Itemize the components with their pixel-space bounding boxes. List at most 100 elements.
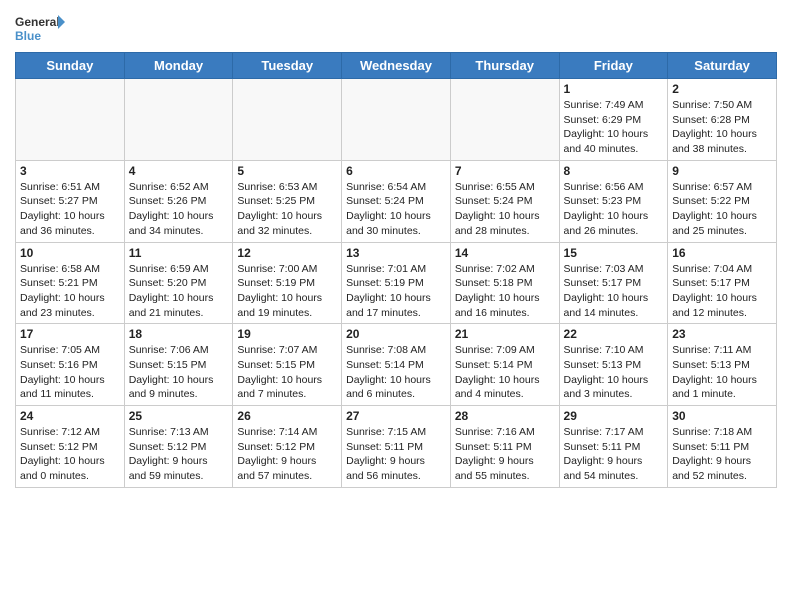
- cell-info: Sunrise: 6:55 AMSunset: 5:24 PMDaylight:…: [455, 180, 555, 239]
- cell-info: Sunrise: 7:49 AMSunset: 6:29 PMDaylight:…: [564, 98, 664, 157]
- day-number: 7: [455, 164, 555, 178]
- calendar-table: SundayMondayTuesdayWednesdayThursdayFrid…: [15, 52, 777, 488]
- calendar-cell: 2 Sunrise: 7:50 AMSunset: 6:28 PMDaylight…: [668, 79, 777, 161]
- day-number: 11: [129, 246, 229, 260]
- calendar-cell: 17 Sunrise: 7:05 AMSunset: 5:16 PMDayligh…: [16, 324, 125, 406]
- day-number: 19: [237, 327, 337, 341]
- cell-info: Sunrise: 6:57 AMSunset: 5:22 PMDaylight:…: [672, 180, 772, 239]
- calendar-cell: [450, 79, 559, 161]
- day-number: 28: [455, 409, 555, 423]
- cell-info: Sunrise: 6:56 AMSunset: 5:23 PMDaylight:…: [564, 180, 664, 239]
- cell-info: Sunrise: 7:18 AMSunset: 5:11 PMDaylight:…: [672, 425, 772, 484]
- calendar-cell: 30 Sunrise: 7:18 AMSunset: 5:11 PMDayligh…: [668, 406, 777, 488]
- day-number: 30: [672, 409, 772, 423]
- calendar-cell: 8 Sunrise: 6:56 AMSunset: 5:23 PMDaylight…: [559, 160, 668, 242]
- week-row-2: 3 Sunrise: 6:51 AMSunset: 5:27 PMDaylight…: [16, 160, 777, 242]
- cell-info: Sunrise: 6:51 AMSunset: 5:27 PMDaylight:…: [20, 180, 120, 239]
- logo: General Blue: [15, 10, 65, 48]
- day-number: 21: [455, 327, 555, 341]
- calendar-cell: 21 Sunrise: 7:09 AMSunset: 5:14 PMDayligh…: [450, 324, 559, 406]
- day-number: 3: [20, 164, 120, 178]
- cell-info: Sunrise: 7:00 AMSunset: 5:19 PMDaylight:…: [237, 262, 337, 321]
- calendar-cell: 19Sunrise: 7:07 AMSunset: 5:15 PMDayligh…: [233, 324, 342, 406]
- day-header-sunday: Sunday: [16, 53, 125, 79]
- day-number: 8: [564, 164, 664, 178]
- calendar-cell: 3 Sunrise: 6:51 AMSunset: 5:27 PMDaylight…: [16, 160, 125, 242]
- cell-info: Sunrise: 7:16 AMSunset: 5:11 PMDaylight:…: [455, 425, 555, 484]
- calendar-cell: 25 Sunrise: 7:13 AMSunset: 5:12 PMDayligh…: [124, 406, 233, 488]
- calendar-cell: [16, 79, 125, 161]
- cell-info: Sunrise: 7:12 AMSunset: 5:12 PMDaylight:…: [20, 425, 120, 484]
- day-header-monday: Monday: [124, 53, 233, 79]
- cell-info: Sunrise: 7:05 AMSunset: 5:16 PMDaylight:…: [20, 343, 120, 402]
- header: General Blue: [15, 10, 777, 48]
- days-header-row: SundayMondayTuesdayWednesdayThursdayFrid…: [16, 53, 777, 79]
- calendar-cell: 20 Sunrise: 7:08 AMSunset: 5:14 PMDayligh…: [342, 324, 451, 406]
- cell-info: Sunrise: 7:13 AMSunset: 5:12 PMDaylight:…: [129, 425, 229, 484]
- day-header-saturday: Saturday: [668, 53, 777, 79]
- calendar-cell: 5Sunrise: 6:53 AMSunset: 5:25 PMDaylight…: [233, 160, 342, 242]
- day-number: 13: [346, 246, 446, 260]
- day-number: 16: [672, 246, 772, 260]
- cell-info: Sunrise: 7:09 AMSunset: 5:14 PMDaylight:…: [455, 343, 555, 402]
- day-header-friday: Friday: [559, 53, 668, 79]
- cell-info: Sunrise: 7:14 AMSunset: 5:12 PMDaylight:…: [237, 425, 337, 484]
- cell-info: Sunrise: 7:04 AMSunset: 5:17 PMDaylight:…: [672, 262, 772, 321]
- calendar-cell: 7 Sunrise: 6:55 AMSunset: 5:24 PMDaylight…: [450, 160, 559, 242]
- cell-info: Sunrise: 7:08 AMSunset: 5:14 PMDaylight:…: [346, 343, 446, 402]
- calendar-cell: 10Sunrise: 6:58 AMSunset: 5:21 PMDayligh…: [16, 242, 125, 324]
- day-number: 14: [455, 246, 555, 260]
- calendar-cell: 9Sunrise: 6:57 AMSunset: 5:22 PMDaylight…: [668, 160, 777, 242]
- cell-info: Sunrise: 7:10 AMSunset: 5:13 PMDaylight:…: [564, 343, 664, 402]
- calendar-cell: [233, 79, 342, 161]
- calendar-cell: 14 Sunrise: 7:02 AMSunset: 5:18 PMDayligh…: [450, 242, 559, 324]
- cell-info: Sunrise: 6:53 AMSunset: 5:25 PMDaylight:…: [237, 180, 337, 239]
- cell-info: Sunrise: 7:15 AMSunset: 5:11 PMDaylight:…: [346, 425, 446, 484]
- calendar-cell: 4 Sunrise: 6:52 AMSunset: 5:26 PMDaylight…: [124, 160, 233, 242]
- day-number: 12: [237, 246, 337, 260]
- calendar-cell: 27 Sunrise: 7:15 AMSunset: 5:11 PMDayligh…: [342, 406, 451, 488]
- day-header-tuesday: Tuesday: [233, 53, 342, 79]
- calendar-cell: 6 Sunrise: 6:54 AMSunset: 5:24 PMDaylight…: [342, 160, 451, 242]
- day-number: 23: [672, 327, 772, 341]
- calendar-cell: 16 Sunrise: 7:04 AMSunset: 5:17 PMDayligh…: [668, 242, 777, 324]
- day-number: 2: [672, 82, 772, 96]
- day-number: 20: [346, 327, 446, 341]
- cell-info: Sunrise: 6:52 AMSunset: 5:26 PMDaylight:…: [129, 180, 229, 239]
- day-number: 6: [346, 164, 446, 178]
- cell-info: Sunrise: 7:01 AMSunset: 5:19 PMDaylight:…: [346, 262, 446, 321]
- calendar-cell: 24 Sunrise: 7:12 AMSunset: 5:12 PMDayligh…: [16, 406, 125, 488]
- calendar-cell: 15Sunrise: 7:03 AMSunset: 5:17 PMDayligh…: [559, 242, 668, 324]
- cell-info: Sunrise: 7:03 AMSunset: 5:17 PMDaylight:…: [564, 262, 664, 321]
- cell-info: Sunrise: 7:02 AMSunset: 5:18 PMDaylight:…: [455, 262, 555, 321]
- calendar-cell: 1Sunrise: 7:49 AMSunset: 6:29 PMDaylight…: [559, 79, 668, 161]
- svg-text:Blue: Blue: [15, 29, 41, 43]
- svg-text:General: General: [15, 15, 60, 29]
- calendar-cell: 18Sunrise: 7:06 AMSunset: 5:15 PMDayligh…: [124, 324, 233, 406]
- calendar-cell: 11Sunrise: 6:59 AMSunset: 5:20 PMDayligh…: [124, 242, 233, 324]
- week-row-1: 1Sunrise: 7:49 AMSunset: 6:29 PMDaylight…: [16, 79, 777, 161]
- cell-info: Sunrise: 7:50 AMSunset: 6:28 PMDaylight:…: [672, 98, 772, 157]
- day-header-thursday: Thursday: [450, 53, 559, 79]
- week-row-3: 10Sunrise: 6:58 AMSunset: 5:21 PMDayligh…: [16, 242, 777, 324]
- day-number: 18: [129, 327, 229, 341]
- logo-svg: General Blue: [15, 10, 65, 48]
- day-number: 22: [564, 327, 664, 341]
- calendar-cell: 12 Sunrise: 7:00 AMSunset: 5:19 PMDayligh…: [233, 242, 342, 324]
- cell-info: Sunrise: 7:17 AMSunset: 5:11 PMDaylight:…: [564, 425, 664, 484]
- cell-info: Sunrise: 6:54 AMSunset: 5:24 PMDaylight:…: [346, 180, 446, 239]
- calendar-cell: 22 Sunrise: 7:10 AMSunset: 5:13 PMDayligh…: [559, 324, 668, 406]
- day-number: 10: [20, 246, 120, 260]
- calendar-cell: 28 Sunrise: 7:16 AMSunset: 5:11 PMDayligh…: [450, 406, 559, 488]
- calendar-cell: 29Sunrise: 7:17 AMSunset: 5:11 PMDayligh…: [559, 406, 668, 488]
- day-number: 27: [346, 409, 446, 423]
- calendar-cell: 13 Sunrise: 7:01 AMSunset: 5:19 PMDayligh…: [342, 242, 451, 324]
- calendar-cell: [342, 79, 451, 161]
- day-number: 24: [20, 409, 120, 423]
- calendar-cell: [124, 79, 233, 161]
- day-number: 17: [20, 327, 120, 341]
- day-number: 25: [129, 409, 229, 423]
- cell-info: Sunrise: 7:11 AMSunset: 5:13 PMDaylight:…: [672, 343, 772, 402]
- day-number: 4: [129, 164, 229, 178]
- day-number: 26: [237, 409, 337, 423]
